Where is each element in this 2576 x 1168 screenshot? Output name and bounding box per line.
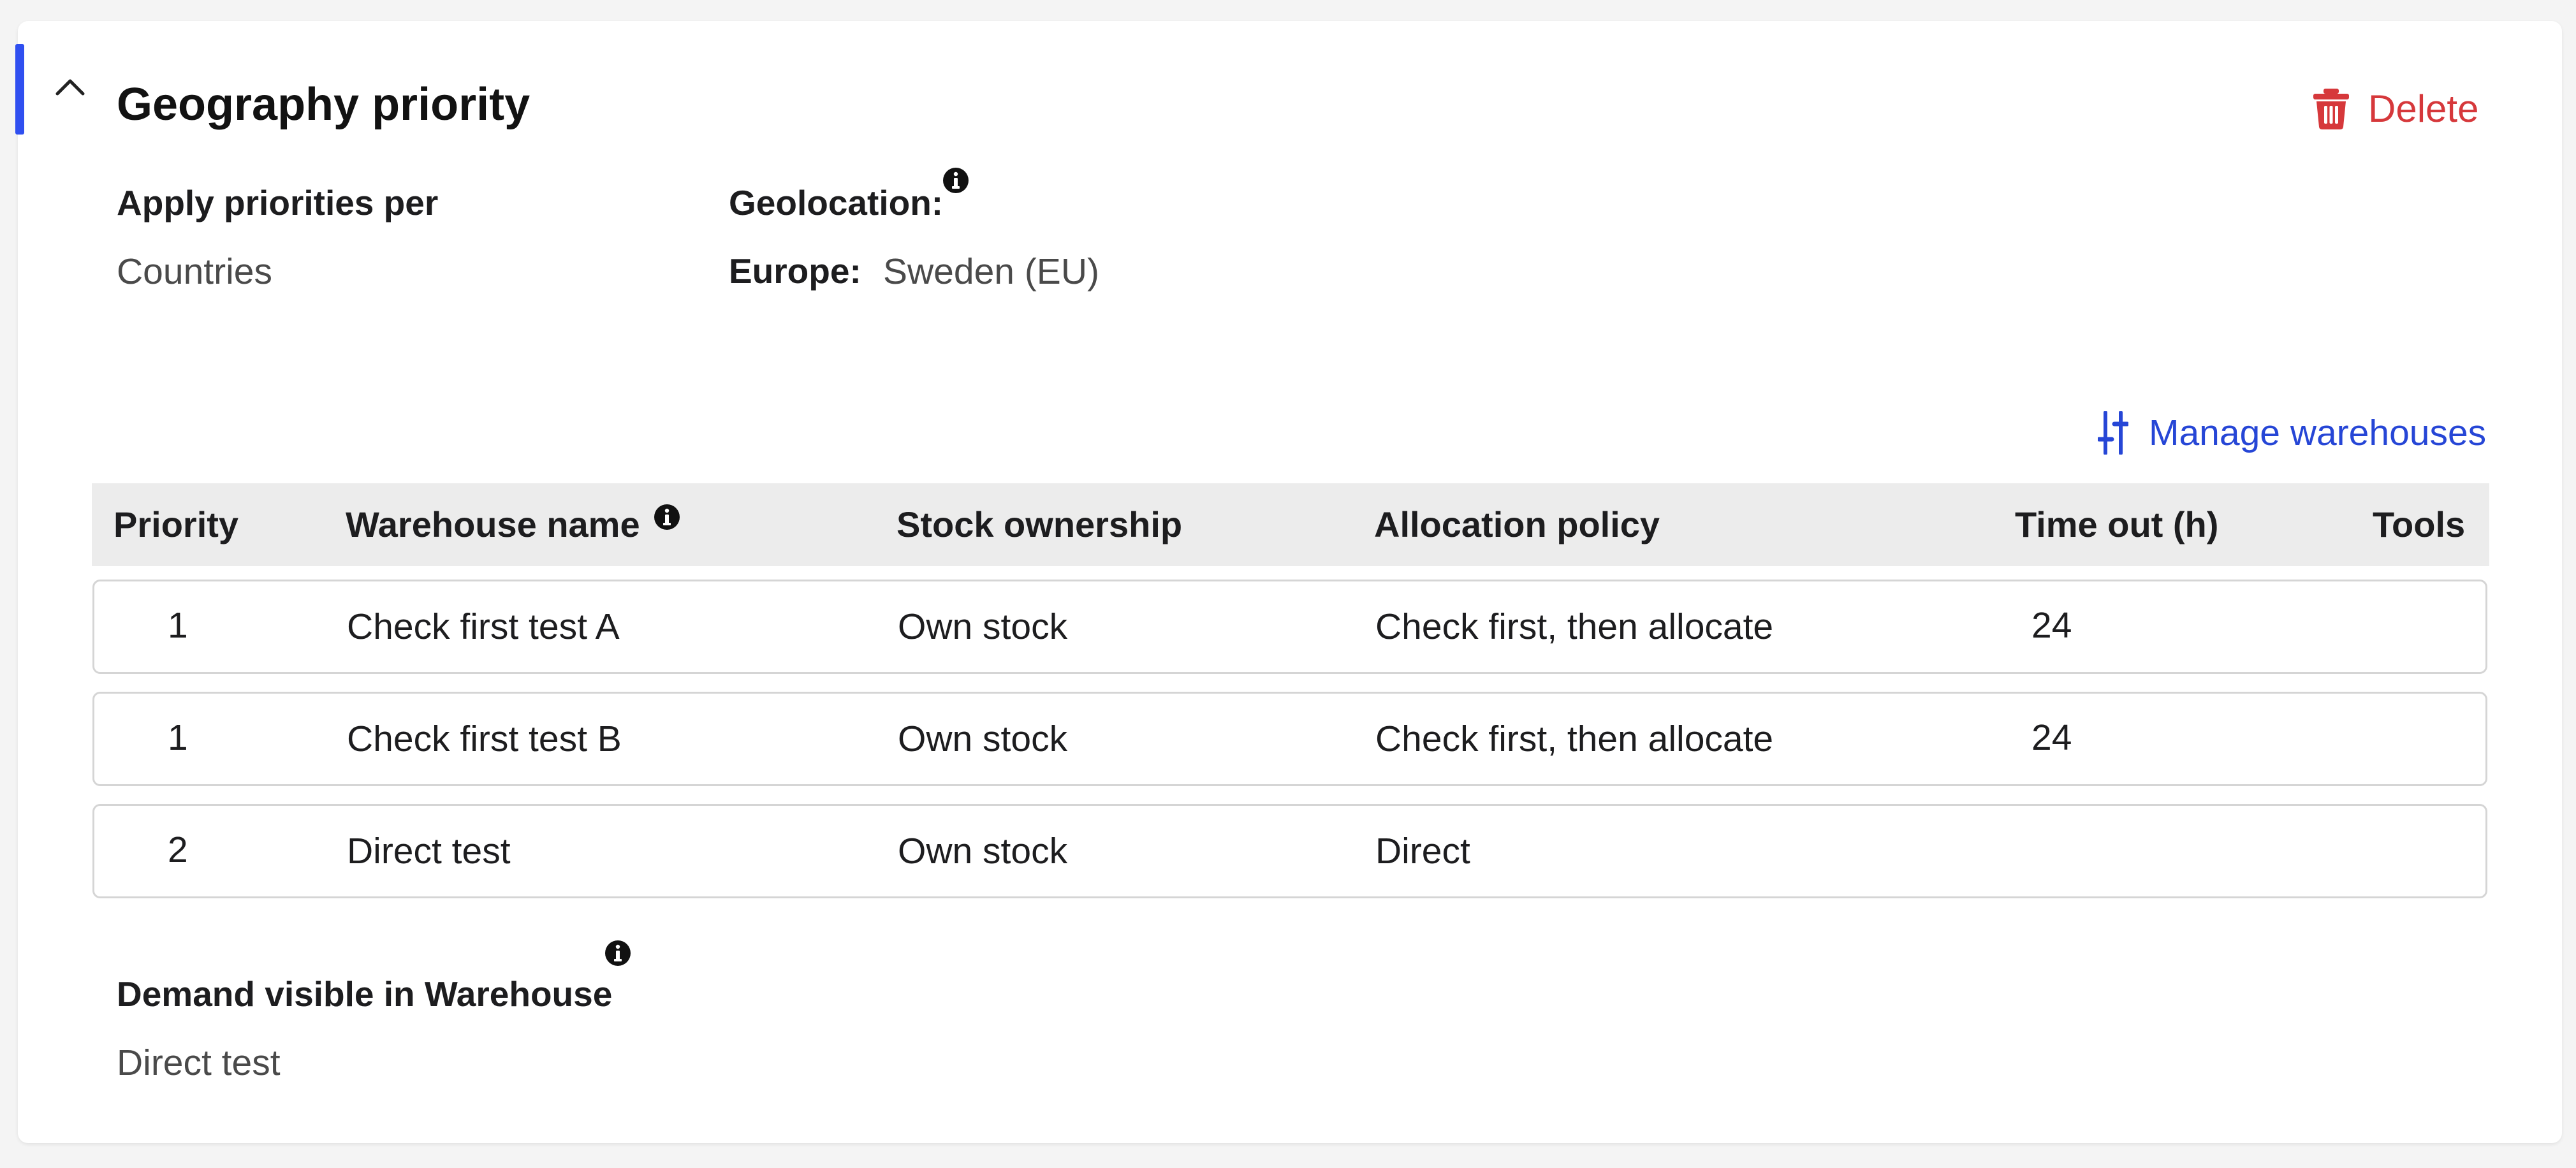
delete-label: Delete [2368, 87, 2479, 130]
cell-allocation-policy: Check first, then allocate [1375, 719, 1774, 759]
warehouse-table-header: Priority Warehouse name Stock ownership … [92, 483, 2489, 566]
geolocation-region-label: Europe: [729, 251, 861, 291]
col-tools: Tools [2373, 504, 2466, 544]
delete-button[interactable]: Delete [2313, 87, 2478, 131]
manage-warehouses-button[interactable]: Manage warehouses [2098, 411, 2486, 455]
cell-priority: 1 [168, 717, 188, 758]
cell-allocation-policy: Check first, then allocate [1375, 606, 1774, 647]
cell-stock-ownership: Own stock [898, 606, 1068, 647]
section-title: Geography priority [117, 79, 531, 130]
info-icon[interactable] [654, 504, 680, 530]
active-accent-bar [15, 44, 24, 135]
apply-priorities-value: Countries [117, 251, 272, 292]
table-row[interactable]: 1 Check first test B Own stock Check fir… [92, 692, 2487, 786]
table-row[interactable]: 2 Direct test Own stock Direct [92, 804, 2487, 898]
apply-priorities-label: Apply priorities per [117, 183, 439, 223]
collapse-toggle[interactable] [51, 68, 89, 106]
col-priority: Priority [113, 504, 239, 544]
cell-warehouse-name: Direct test [347, 831, 511, 872]
table-row[interactable]: 1 Check first test A Own stock Check fir… [92, 580, 2487, 674]
col-stock-ownership: Stock ownership [896, 504, 1183, 544]
demand-visible-value: Direct test [117, 1042, 281, 1083]
cell-warehouse-name: Check first test B [347, 719, 622, 759]
info-icon[interactable] [605, 940, 631, 966]
cell-stock-ownership: Own stock [898, 719, 1068, 759]
cell-time-out: 24 [2031, 605, 2072, 646]
chevron-up-icon [55, 79, 85, 96]
cell-priority: 2 [168, 829, 188, 870]
geolocation-label: Geolocation: [729, 183, 944, 223]
cell-priority: 1 [168, 605, 188, 646]
col-time-out: Time out (h) [2015, 504, 2219, 544]
sliders-icon [2098, 411, 2128, 455]
col-allocation-policy: Allocation policy [1374, 504, 1660, 544]
geography-priority-card: Geography priority Delete Apply prioriti… [15, 21, 2562, 1143]
demand-visible-label: Demand visible in Warehouse [117, 974, 613, 1014]
cell-stock-ownership: Own stock [898, 831, 1068, 872]
cell-warehouse-name: Check first test A [347, 606, 620, 647]
geolocation-region-value: Sweden (EU) [883, 251, 1099, 292]
cell-allocation-policy: Direct [1375, 831, 1470, 872]
cell-time-out: 24 [2031, 717, 2072, 758]
manage-warehouses-label: Manage warehouses [2149, 412, 2487, 453]
trash-icon [2313, 88, 2349, 129]
col-warehouse-name: Warehouse name [346, 504, 640, 544]
info-icon[interactable] [943, 168, 969, 193]
